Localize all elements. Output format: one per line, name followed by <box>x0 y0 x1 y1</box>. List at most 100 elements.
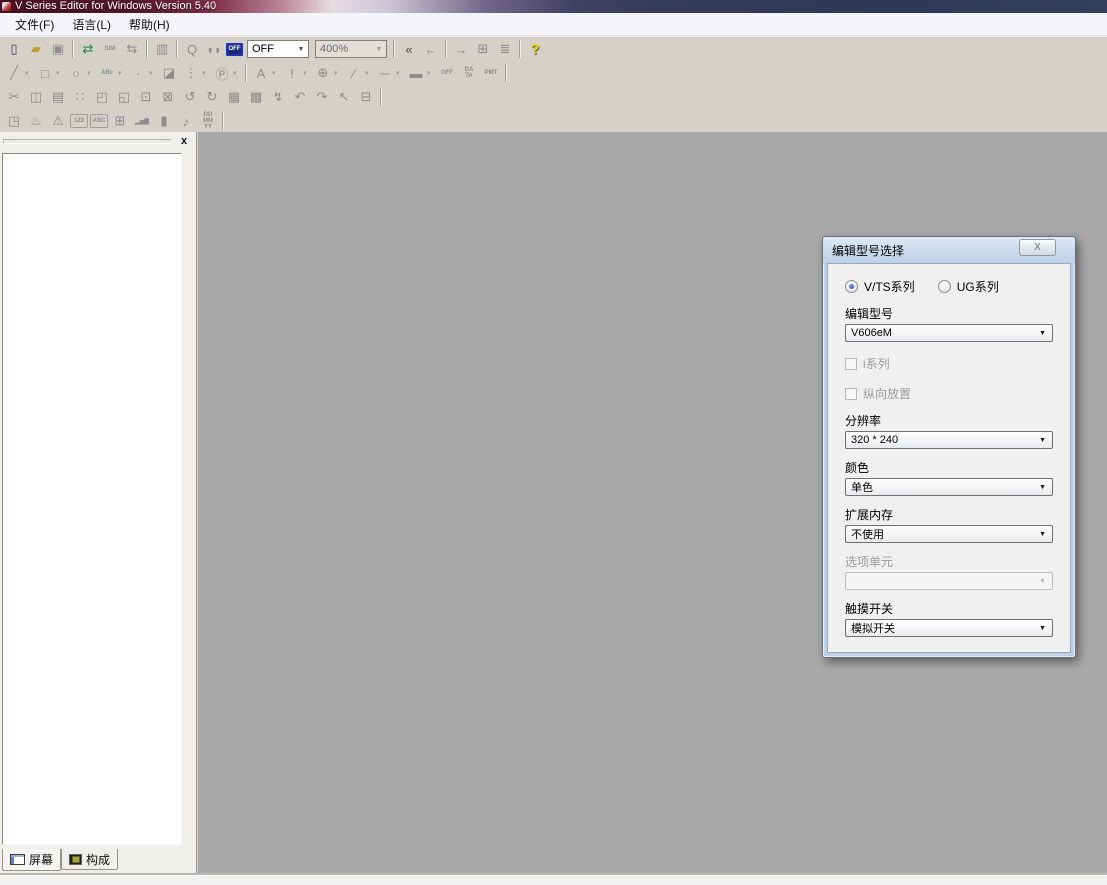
vline-tool-icon[interactable]: ⋮ <box>181 63 201 83</box>
ellipse-tool-icon[interactable]: ○ <box>66 63 86 83</box>
color-select[interactable]: 单色 ▼ <box>845 478 1053 496</box>
dropdown-caret-icon[interactable]: ▾ <box>118 69 127 77</box>
screen-block-icon[interactable]: ⊟ <box>356 87 376 107</box>
macro-parts-icon[interactable]: ⊕ <box>313 63 333 83</box>
checkbox-portrait[interactable]: 纵向放置 <box>845 385 1053 402</box>
dropdown-caret-icon[interactable]: ▾ <box>427 69 436 77</box>
dot-tool-icon[interactable]: · <box>128 63 148 83</box>
dropdown-caret-icon[interactable]: ▾ <box>56 69 65 77</box>
dropdown-caret-icon[interactable]: ▾ <box>303 69 312 77</box>
undo-icon[interactable]: ↶ <box>290 87 310 107</box>
status-bar <box>0 875 1107 885</box>
dropdown-arrow-icon[interactable]: ▼ <box>372 46 386 53</box>
keypad-parts-icon[interactable]: ⊞ <box>110 111 130 131</box>
cut-icon[interactable]: ✂ <box>4 87 24 107</box>
menu-item-file[interactable]: 文件(F) <box>6 14 63 35</box>
dual-screen-icon[interactable]: ◖◗ <box>204 39 224 59</box>
dialog-close-button[interactable]: X <box>1019 239 1056 256</box>
message-parts-icon[interactable]: ! <box>282 63 302 83</box>
dropdown-caret-icon[interactable]: ▾ <box>87 69 96 77</box>
radio-ug-series[interactable]: UG系列 <box>938 278 999 295</box>
multi-copy-icon[interactable]: ∷ <box>70 87 90 107</box>
edit-model-select[interactable]: V606eM ▼ <box>845 324 1053 342</box>
numeric-display-icon[interactable]: 123 <box>70 114 88 128</box>
dropdown-caret-icon[interactable]: ▾ <box>25 69 34 77</box>
dropdown-caret-icon[interactable]: ▾ <box>365 69 374 77</box>
print-icon[interactable]: ▥ <box>152 39 172 59</box>
memo-parts-icon[interactable]: ▮ <box>154 111 174 131</box>
simulator-icon[interactable]: SIM <box>100 39 120 59</box>
zoom-icon[interactable]: Q <box>182 39 202 59</box>
new-file-icon[interactable]: ▯ <box>4 39 24 59</box>
tab-structure[interactable]: 构成 <box>61 849 118 870</box>
tile-pattern2-icon[interactable]: ▩ <box>246 87 266 107</box>
lamp-parts-icon[interactable]: ♨ <box>26 111 46 131</box>
prev-screen-icon[interactable]: ← <box>421 39 441 59</box>
panel-grip-handle[interactable] <box>3 139 172 144</box>
text-tool-icon[interactable]: ABc <box>97 63 117 83</box>
menu-item-help[interactable]: 帮助(H) <box>120 14 179 35</box>
dropdown-caret-icon[interactable]: ▾ <box>396 69 405 77</box>
first-screen-icon[interactable]: « <box>399 39 419 59</box>
box-tool-icon[interactable]: □ <box>35 63 55 83</box>
window-titlebar[interactable]: V Series Editor for Windows Version 5.40 <box>0 0 1107 13</box>
line-tool-icon[interactable]: ╱ <box>4 63 24 83</box>
zoom-level-combo[interactable]: 400%▼ <box>315 40 387 58</box>
group-icon[interactable]: ⊡ <box>136 87 156 107</box>
dropdown-arrow-icon[interactable]: ▼ <box>294 46 308 53</box>
parts-place-icon[interactable]: Ⓟ <box>212 63 232 83</box>
send-back-icon[interactable]: ◱ <box>114 87 134 107</box>
item-list-icon[interactable]: ≣ <box>495 39 515 59</box>
alarm-parts-icon[interactable]: ⚠ <box>48 111 68 131</box>
bring-front-icon[interactable]: ◰ <box>92 87 112 107</box>
off-jump-icon[interactable]: OFF <box>437 63 457 83</box>
dropdown-caret-icon[interactable]: ▾ <box>334 69 343 77</box>
dropdown-caret-icon[interactable]: ▾ <box>149 69 158 77</box>
touch-switch-select[interactable]: 模拟开关 ▼ <box>845 619 1053 637</box>
tab-screen[interactable]: 屏幕 <box>2 849 61 871</box>
panel-close-button[interactable]: x <box>177 134 191 148</box>
off-display-icon[interactable]: OFF <box>226 43 243 56</box>
switch-parts-icon[interactable]: ◳ <box>4 111 24 131</box>
help-icon[interactable]: ? <box>525 39 545 59</box>
radio-vts-series[interactable]: V/TS系列 <box>845 278 915 295</box>
toolbar-row-standard: ▯▰▣ ⇄SIM⇆ ▥ Q◖◗OFF OFF▼ 400%▼ «← →⊞≣? <box>0 37 1107 61</box>
ok-button[interactable]: 确定 <box>872 652 944 653</box>
open-file-icon[interactable]: ▰ <box>26 39 46 59</box>
buzzer-parts-icon[interactable]: ♪ <box>176 111 196 131</box>
paste-icon[interactable]: ▤ <box>48 87 68 107</box>
dropdown-caret-icon[interactable]: ▾ <box>272 69 281 77</box>
text-parts-icon[interactable]: A <box>251 63 271 83</box>
ungroup-icon[interactable]: ⊠ <box>158 87 178 107</box>
box-parts-icon[interactable]: ▬ <box>406 63 426 83</box>
graph-parts-icon[interactable]: ▂▅▇ <box>132 111 152 131</box>
transfer-setting-icon[interactable]: ⇆ <box>122 39 142 59</box>
copy-icon[interactable]: ◫ <box>26 87 46 107</box>
next-screen-icon[interactable]: → <box>451 39 471 59</box>
ext-memory-select[interactable]: 不使用 ▼ <box>845 525 1053 543</box>
pmt-jump-icon[interactable]: PMT <box>481 63 501 83</box>
screen-list-icon[interactable]: ⊞ <box>473 39 493 59</box>
select-cursor-icon[interactable]: ↖ <box>334 87 354 107</box>
resolution-select[interactable]: 320 * 240 ▼ <box>845 431 1053 449</box>
checkbox-i-series[interactable]: i系列 <box>845 355 1053 372</box>
redo-icon[interactable]: ↷ <box>312 87 332 107</box>
tab-screen-label: 屏幕 <box>29 851 53 868</box>
line-parts-icon[interactable]: ─ <box>375 63 395 83</box>
rotate-left-icon[interactable]: ↺ <box>180 87 200 107</box>
paint-tool-icon[interactable]: ◪ <box>159 63 179 83</box>
dropdown-caret-icon[interactable]: ▾ <box>233 69 242 77</box>
oblique-line-parts-icon[interactable]: ∕ <box>344 63 364 83</box>
menu-item-language[interactable]: 语言(L) <box>63 14 120 35</box>
off-state-combo[interactable]: OFF▼ <box>247 40 309 58</box>
dropdown-caret-icon[interactable]: ▾ <box>202 69 211 77</box>
calendar-parts-icon[interactable]: DD MM YY <box>198 111 218 131</box>
tile-pattern-icon[interactable]: ▦ <box>224 87 244 107</box>
rotate-right-icon[interactable]: ↻ <box>202 87 222 107</box>
char-display-icon[interactable]: ABC <box>90 114 108 128</box>
pushpin-icon[interactable]: ↯ <box>268 87 288 107</box>
save-icon[interactable]: ▣ <box>48 39 68 59</box>
cancel-button[interactable]: 取消 <box>955 652 1027 653</box>
transfer-icon[interactable]: ⇄ <box>78 39 98 59</box>
data-jump-icon[interactable]: DA TA <box>459 63 479 83</box>
